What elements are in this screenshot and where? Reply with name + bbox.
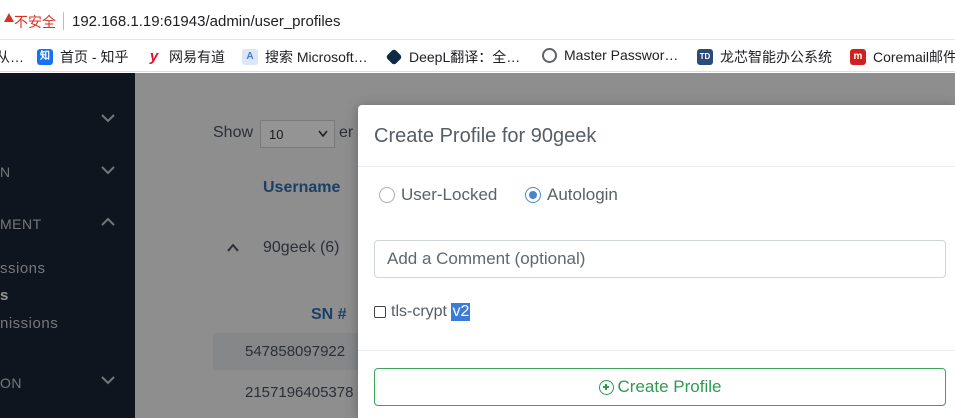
deepl-icon	[385, 48, 403, 66]
bookmark-label: DeepL翻译：全…	[409, 49, 521, 65]
globe-icon	[542, 47, 557, 63]
youdao-icon: y	[149, 48, 159, 65]
radio-button-user-locked[interactable]	[379, 187, 395, 203]
radio-button-autologin[interactable]	[525, 187, 541, 203]
modal-title: Create Profile for 90geek	[374, 125, 597, 147]
bookmark-label: 网易有道	[169, 49, 225, 65]
bookmark-item-deepl[interactable]: DeepL翻译：全…	[385, 47, 521, 67]
bookmark-item-zhihu[interactable]: 知 首页 - 知乎	[37, 47, 128, 67]
coremail-icon: m	[850, 49, 866, 65]
zhihu-icon: 知	[37, 49, 53, 65]
radio-autologin[interactable]: Autologin	[525, 185, 618, 205]
modal-footer: Create Profile	[358, 350, 955, 418]
tls-crypt-label[interactable]: tls-crypt	[391, 303, 447, 321]
bookmark-label: Master Passwor…	[564, 47, 679, 63]
bookmark-label: Coremail邮件	[873, 49, 955, 65]
bookmark-item-youdao[interactable]: y 网易有道	[146, 47, 225, 67]
url-text[interactable]: 192.168.1.19:61943/admin/user_profiles	[72, 13, 341, 30]
address-bar[interactable]: 不安全 192.168.1.19:61943/admin/user_profil…	[0, 0, 955, 40]
comment-input[interactable]	[374, 240, 946, 278]
tls-crypt-checkbox[interactable]	[374, 306, 386, 318]
plus-circle-icon	[598, 379, 614, 395]
modal-header: Create Profile for 90geek	[358, 105, 955, 167]
tls-crypt-option[interactable]: tls-crypt v2	[374, 303, 471, 321]
bookmark-item-0[interactable]: 从…	[0, 47, 24, 67]
security-label[interactable]: 不安全	[14, 12, 56, 32]
bookmark-item-coremail[interactable]: m Coremail邮件	[850, 47, 955, 67]
create-profile-label: Create Profile	[617, 377, 722, 396]
tls-crypt-selected-text: v2	[451, 303, 471, 321]
bookmark-item-master-password[interactable]: Master Passwor…	[542, 47, 678, 63]
bookmark-label: 龙芯智能办公系统	[720, 49, 832, 65]
radio-user-locked[interactable]: User-Locked	[379, 185, 497, 205]
warning-icon	[4, 13, 14, 22]
loongson-icon: TD	[697, 49, 713, 65]
radio-label-autologin[interactable]: Autologin	[547, 185, 618, 205]
create-profile-modal: Create Profile for 90geek User-Locked Au…	[358, 105, 955, 418]
bookmark-item-loongson[interactable]: TD 龙芯智能办公系统	[697, 47, 832, 67]
address-separator	[63, 12, 64, 30]
bookmark-label: 搜索 Microsoft…	[265, 49, 368, 65]
radio-label-user-locked[interactable]: User-Locked	[401, 185, 497, 205]
microsoft-search-icon: A	[242, 49, 258, 65]
bookmark-label: 从…	[0, 49, 24, 65]
bookmarks-bar: 从… 知 首页 - 知乎 y 网易有道 A 搜索 Microsoft… Deep…	[0, 40, 955, 72]
bookmark-label: 首页 - 知乎	[60, 49, 129, 65]
bookmark-item-microsoft-search[interactable]: A 搜索 Microsoft…	[242, 47, 368, 67]
create-profile-button[interactable]: Create Profile	[374, 368, 946, 406]
